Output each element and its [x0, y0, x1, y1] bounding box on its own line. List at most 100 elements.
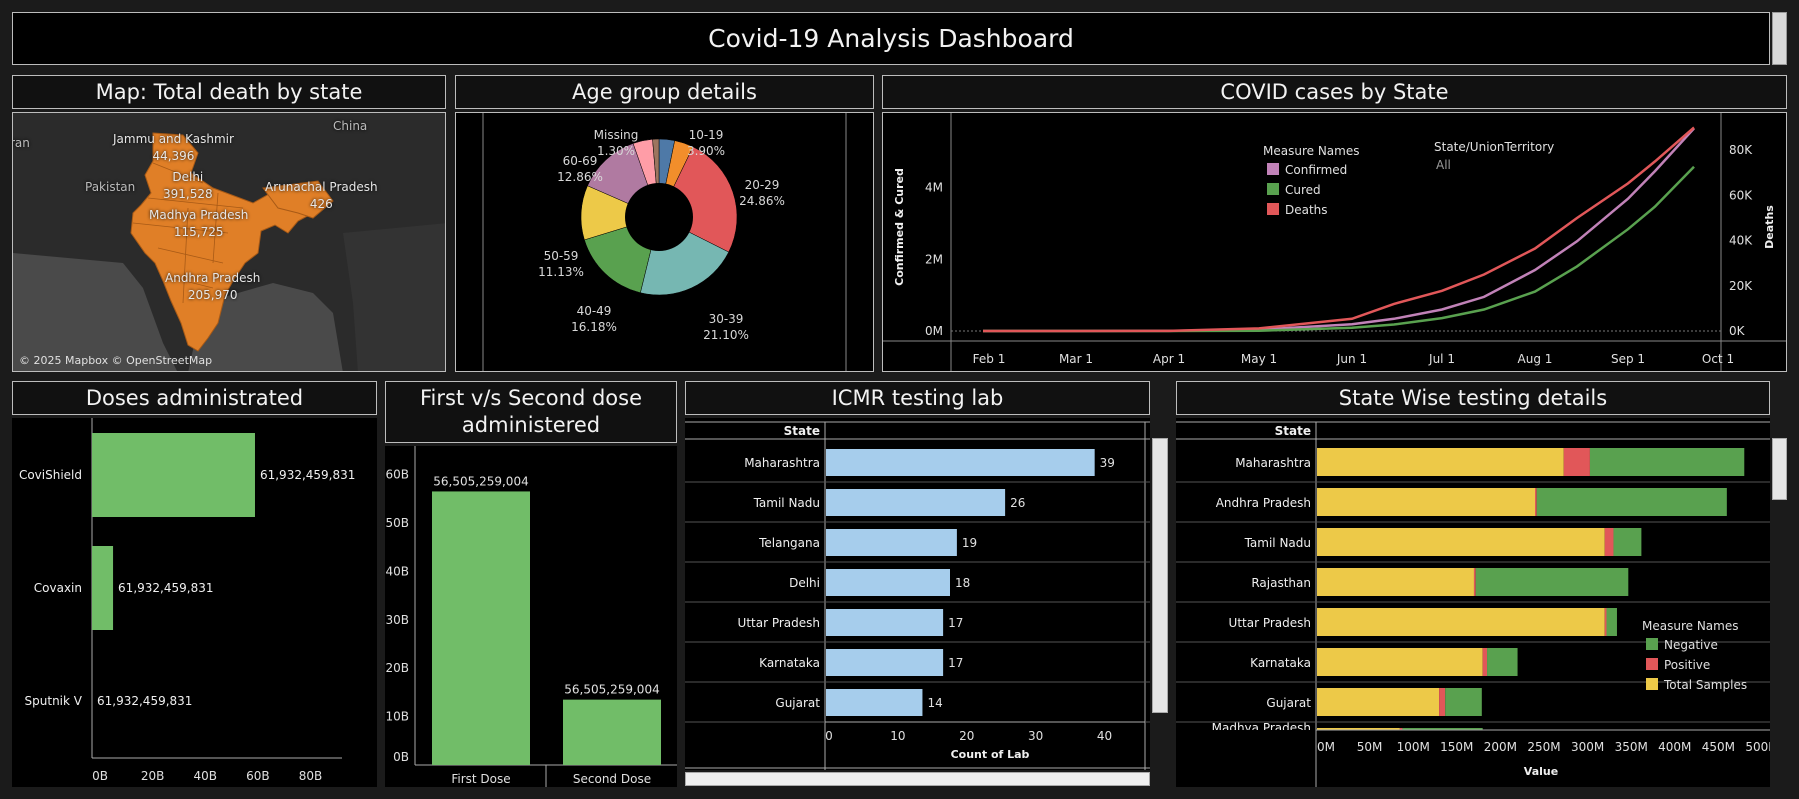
cases-legend-swatch	[1267, 203, 1279, 215]
sw-bar-positive[interactable]	[1439, 688, 1446, 716]
cases-y-left-tick: 0M	[925, 324, 943, 338]
cases-line-chart[interactable]: Feb 1 Mar 1 Apr 1 May 1 Jun 1 Jul 1 Aug 1 Sep 1…	[883, 113, 1787, 372]
cases-filter-value[interactable]: All	[1436, 158, 1451, 172]
doses-bar-chart[interactable]: CoviShield 61,932,459,831 Covaxin 61,932,45…	[12, 418, 377, 787]
cases-panel: Feb 1 Mar 1 Apr 1 May 1 Jun 1 Jul 1 Aug 1 Sep 1…	[882, 112, 1787, 372]
map-label-name: Delhi	[172, 170, 204, 184]
sw-bar-total-samples[interactable]	[1317, 448, 1564, 476]
sw-bar-negative[interactable]	[1487, 648, 1518, 676]
cases-y-left-tick: 4M	[925, 181, 943, 195]
map-label-name: Arunachal Pradesh	[265, 180, 378, 194]
sw-x-tick: 400M	[1658, 740, 1691, 754]
age-label-pct: 16.18%	[571, 320, 617, 334]
icmr-x-label: Count of Lab	[951, 748, 1030, 761]
sw-bar-negative[interactable]	[1475, 568, 1629, 596]
sw-bar-positive[interactable]	[1604, 528, 1614, 556]
cases-x-tick: Aug 1	[1518, 352, 1553, 366]
map-attribution[interactable]: © 2025 Mapbox © OpenStreetMap	[19, 354, 212, 367]
doses-bar[interactable]	[92, 433, 255, 517]
sw-legend-label: Negative	[1664, 638, 1718, 652]
sw-bar-total-samples[interactable]	[1317, 488, 1535, 516]
map-label-name: Andhra Pradesh	[165, 271, 261, 285]
cases-line-deaths[interactable]	[983, 126, 1695, 333]
header-scrollbar[interactable]	[1772, 12, 1787, 65]
map-label-value: 44,396	[152, 149, 195, 163]
sw-x-tick: 300M	[1571, 740, 1604, 754]
firstsecond-bar-chart[interactable]: 0B 10B 20B 30B 40B 50B 60B 56,505,259,004 First …	[385, 446, 677, 787]
cases-y-left-tick: 2M	[925, 252, 943, 266]
sw-bar-total-samples[interactable]	[1317, 528, 1605, 556]
fs-data-label: 56,505,259,004	[433, 474, 528, 488]
fs-bar[interactable]	[563, 699, 661, 765]
sw-bar-positive[interactable]	[1482, 648, 1488, 676]
icmr-vertical-scrollbar[interactable]	[1152, 438, 1168, 713]
sw-bar-positive[interactable]	[1563, 448, 1590, 476]
sw-state-label: Tamil Nadu	[1244, 536, 1311, 550]
fs-category-label: Second Dose	[573, 772, 651, 786]
fs-y-tick: 60B	[385, 468, 409, 482]
icmr-state-label: Uttar Pradesh	[738, 616, 820, 630]
doses-category-label: CoviShield	[19, 468, 82, 482]
icmr-data-label: 39	[1100, 456, 1115, 470]
cases-line-cured[interactable]	[983, 165, 1695, 333]
sw-bar-positive[interactable]	[1604, 608, 1607, 636]
sw-state-label: Rajasthan	[1251, 576, 1311, 590]
age-label-name: Missing	[594, 128, 639, 142]
icmr-state-label: Tamil Nadu	[753, 496, 820, 510]
statewise-vertical-scrollbar[interactable]	[1772, 438, 1787, 500]
sw-bar-negative[interactable]	[1613, 528, 1642, 556]
icmr-bar[interactable]	[826, 689, 923, 716]
sw-bar-negative[interactable]	[1606, 608, 1617, 636]
sw-legend-swatch	[1646, 678, 1658, 690]
cases-title: COVID cases by State	[882, 75, 1787, 109]
sw-legend-label: Positive	[1664, 658, 1710, 672]
cases-filter-title: State/UnionTerritory	[1434, 140, 1554, 154]
sw-bar-total-samples[interactable]	[1317, 648, 1483, 676]
age-label-name: 20-29	[745, 178, 780, 192]
sw-bar-total-samples[interactable]	[1317, 608, 1605, 636]
sw-state-label: Karnataka	[1250, 656, 1311, 670]
icmr-bar[interactable]	[826, 489, 1006, 516]
cases-y-right-tick: 60K	[1729, 188, 1753, 202]
map-label-ap: Andhra Pradesh 205,970	[165, 270, 260, 304]
age-label-pct: 21.10%	[703, 328, 749, 342]
cases-line-confirmed[interactable]	[983, 127, 1695, 333]
map-label-name: Jammu and Kashmir	[113, 132, 234, 146]
sw-legend-swatch	[1646, 638, 1658, 650]
age-pie-chart[interactable]: Missing 1.30% 10-19 3.90% 20-29 24.86% 30-39 21…	[456, 113, 874, 372]
map-label-value: 426	[309, 197, 333, 211]
sw-bar-negative[interactable]	[1589, 448, 1745, 476]
age-label-pct: 24.86%	[739, 194, 785, 208]
doses-bar[interactable]	[92, 546, 114, 630]
doses-x-tick: 0B	[92, 769, 108, 783]
map-se-asia	[343, 223, 445, 371]
age-label-name: 40-49	[577, 304, 612, 318]
icmr-state-label: Maharashtra	[744, 456, 820, 470]
age-label-name: 10-19	[689, 128, 724, 142]
icmr-bar[interactable]	[826, 569, 950, 596]
sw-bar-positive[interactable]	[1473, 568, 1476, 596]
doses-panel: CoviShield 61,932,459,831 Covaxin 61,932,45…	[12, 418, 377, 787]
icmr-bar-chart[interactable]: State Maharashtra 39 Tamil Nadu 26 Telangana 1…	[685, 418, 1150, 770]
doses-x-tick: 20B	[141, 769, 165, 783]
icmr-bar[interactable]	[826, 609, 944, 636]
age-label-name: 50-59	[544, 249, 579, 263]
sw-bar-negative[interactable]	[1536, 488, 1727, 516]
sw-bar-total-samples[interactable]	[1317, 688, 1440, 716]
icmr-bar[interactable]	[826, 449, 1095, 476]
sw-bar-total-samples[interactable]	[1317, 568, 1474, 596]
fs-bar[interactable]	[432, 491, 530, 765]
sw-bar-positive[interactable]	[1535, 488, 1537, 516]
age-label-name: 30-39	[709, 312, 744, 326]
icmr-horizontal-scrollbar[interactable]	[685, 772, 1150, 786]
cases-y-right-tick: 0K	[1729, 324, 1746, 338]
icmr-state-label: Delhi	[789, 576, 820, 590]
map-panel[interactable]: China Pakistan ran Jammu and Kashmir 44,…	[12, 112, 446, 372]
icmr-bar[interactable]	[826, 649, 944, 676]
sw-axis-area	[1176, 730, 1770, 787]
sw-bar-negative[interactable]	[1445, 688, 1482, 716]
icmr-bar[interactable]	[826, 529, 957, 556]
map-label-value: 205,970	[187, 288, 238, 302]
doses-category-label: Sputnik V	[25, 694, 83, 708]
statewise-stacked-bar-chart[interactable]: State Maharashtra Andhra Pradesh Tamil Nadu…	[1176, 418, 1770, 787]
